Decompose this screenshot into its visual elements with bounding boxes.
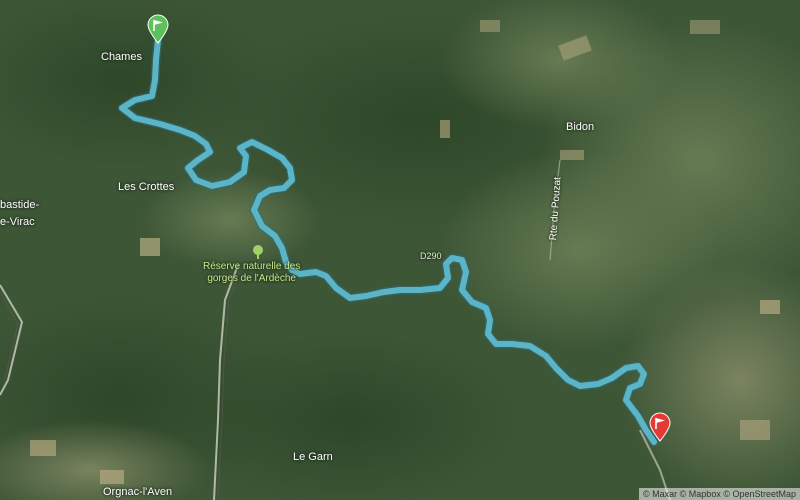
place-label-reserve: Réserve naturelle des gorges de l'Ardèch… <box>203 261 300 285</box>
start-flag-icon[interactable] <box>146 14 170 44</box>
place-label-orgnac: Orgnac-l'Aven <box>103 486 173 498</box>
place-label-virac: e-Virac <box>0 216 35 228</box>
place-label-bidon: Bidon <box>566 121 595 133</box>
reserve-label-line1: Réserve naturelle des <box>203 261 301 272</box>
satellite-imagery <box>0 0 800 500</box>
road-label-d290: D290 <box>420 251 442 261</box>
map-attribution[interactable]: © Maxar © Mapbox © OpenStreetMap <box>639 488 800 500</box>
place-label-chames: Chames <box>101 51 142 63</box>
place-label-le-garn: Le Garn <box>293 451 333 463</box>
reserve-label-line2: gorges de l'Ardèche <box>207 273 296 284</box>
map-view[interactable]: Chames Les Crottes Bidon bastide- e-Vira… <box>0 0 800 500</box>
place-label-les-crottes: Les Crottes <box>118 181 175 193</box>
finish-flag-icon[interactable] <box>648 412 672 442</box>
place-label-bastide: bastide- <box>0 199 40 211</box>
